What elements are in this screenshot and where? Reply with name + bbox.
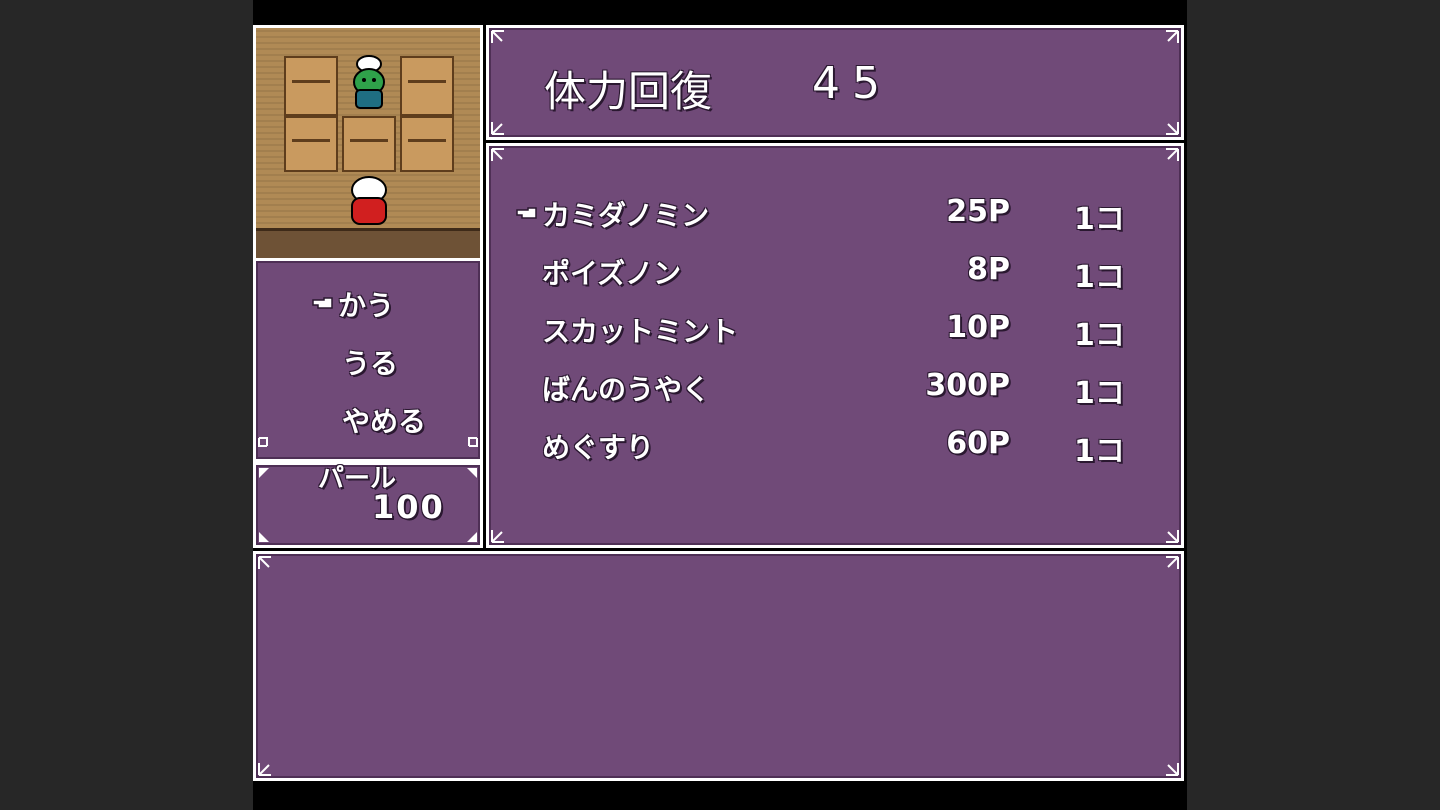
item-name[interactable]: カミダノミン — [542, 194, 709, 234]
item-qty: 1コ — [1074, 318, 1125, 353]
message-window — [253, 551, 1184, 781]
item-price: 8P — [967, 252, 1010, 287]
corner-ornament — [1166, 122, 1179, 135]
corner-ornament — [1166, 556, 1179, 569]
money-value: 100 — [372, 488, 445, 526]
item-name[interactable]: ポイズノン — [542, 252, 681, 292]
shelf — [400, 56, 454, 116]
corner-ornament — [1166, 530, 1179, 543]
status-value: 45 — [812, 58, 892, 109]
corner-ornament — [258, 763, 271, 776]
shop-counter — [256, 228, 480, 260]
pointing-hand-icon — [516, 207, 537, 219]
shelf — [284, 56, 338, 116]
item-qty: 1コ — [1074, 202, 1125, 237]
shelf — [400, 116, 454, 172]
menu-item-buy[interactable]: かう — [338, 284, 394, 324]
corner-ornament — [491, 122, 504, 135]
corner-ornament — [468, 437, 478, 447]
item-name[interactable]: めぐすり — [542, 426, 654, 466]
corner-ornament — [491, 530, 504, 543]
menu-item-sell[interactable]: うる — [342, 342, 398, 382]
pointing-hand-icon — [312, 297, 333, 309]
corner-ornament — [1166, 763, 1179, 776]
item-qty: 1コ — [1074, 260, 1125, 295]
corner-ornament — [491, 148, 504, 161]
corner-ornament — [467, 532, 477, 542]
shop-scene — [256, 28, 480, 260]
corner-ornament — [259, 532, 269, 542]
corner-ornament — [1166, 30, 1179, 43]
item-price: 60P — [946, 426, 1010, 461]
item-qty: 1コ — [1074, 434, 1125, 469]
player-sprite — [351, 176, 387, 225]
item-price: 25P — [946, 194, 1010, 229]
corner-ornament — [259, 468, 269, 478]
corner-ornament — [1166, 148, 1179, 161]
item-name[interactable]: スカットミント — [542, 310, 738, 350]
corner-ornament — [258, 556, 271, 569]
shopkeeper-sprite — [353, 55, 385, 109]
corner-ornament — [258, 437, 268, 447]
shelf — [284, 116, 338, 172]
item-qty: 1コ — [1074, 376, 1125, 411]
corner-ornament — [467, 468, 477, 478]
item-name[interactable]: ばんのうやく — [542, 368, 710, 408]
corner-ornament — [491, 30, 504, 43]
item-price: 300P — [925, 368, 1010, 403]
item-price: 10P — [946, 310, 1010, 345]
shelf — [342, 116, 396, 172]
menu-item-quit[interactable]: やめる — [342, 400, 426, 440]
status-label: 体力回復 — [544, 67, 713, 116]
